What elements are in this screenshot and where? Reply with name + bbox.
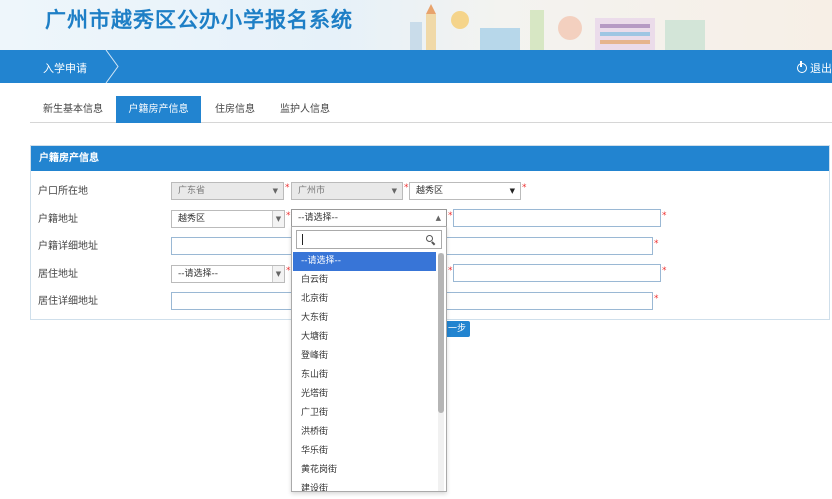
chevron-up-icon: ▲ xyxy=(435,214,441,222)
hukou-district-select[interactable]: 越秀区 ▼ xyxy=(171,210,285,228)
tab-hukou-property[interactable]: 户籍房产信息 xyxy=(116,96,201,123)
residence-district-select[interactable]: --请选择-- ▼ xyxy=(171,265,285,283)
tab-housing[interactable]: 住房信息 xyxy=(207,96,263,123)
dropdown-option[interactable]: 登峰街 xyxy=(293,347,436,366)
panel-title: 户籍房产信息 xyxy=(31,146,829,171)
required-mark: * xyxy=(286,266,291,276)
dropdown-option[interactable]: 华乐街 xyxy=(293,442,436,461)
dropdown-list: --请选择-- 白云街 北京街 大东街 大塘街 登峰街 东山街 光塔街 广卫街 洪桥街 华乐街 黄花岗… xyxy=(293,252,436,491)
label-hukou-detail: 户籍详细地址 xyxy=(38,241,98,252)
city-select[interactable]: 广州市 ▼ xyxy=(291,182,403,200)
street-dropdown: --请选择-- 白云街 北京街 大东街 大塘街 登峰街 东山街 光塔街 广卫街 洪桥街 华乐街 黄花岗… xyxy=(291,226,447,492)
required-mark: * xyxy=(654,294,659,304)
dropdown-option[interactable]: 广卫街 xyxy=(293,404,436,423)
system-title: 广州市越秀区公办小学报名系统 xyxy=(45,8,353,32)
tab-guardian[interactable]: 监护人信息 xyxy=(272,96,338,123)
power-icon xyxy=(797,61,807,73)
chevron-down-icon: ▼ xyxy=(272,266,284,282)
chevron-down-icon: ▼ xyxy=(272,187,278,195)
tab-bar: 新生基本信息 户籍房产信息 住房信息 监护人信息 xyxy=(30,96,832,123)
label-residence-address: 居住地址 xyxy=(38,269,78,280)
required-mark: * xyxy=(662,266,667,276)
dropdown-option[interactable]: 白云街 xyxy=(293,271,436,290)
dropdown-option[interactable]: --请选择-- xyxy=(293,252,436,271)
required-mark: * xyxy=(285,183,290,193)
hukou-road-input[interactable] xyxy=(453,209,661,227)
residence-road-input[interactable] xyxy=(453,264,661,282)
tab-student-info[interactable]: 新生基本信息 xyxy=(32,96,114,123)
required-mark: * xyxy=(654,239,659,249)
required-mark: * xyxy=(404,183,409,193)
dropdown-option[interactable]: 东山街 xyxy=(293,366,436,385)
logout-button[interactable]: 退出 xyxy=(797,60,832,76)
required-mark: * xyxy=(522,183,527,193)
dropdown-scrollbar[interactable] xyxy=(438,253,444,491)
district-select[interactable]: 越秀区 ▼ xyxy=(409,182,521,200)
breadcrumb-chevron-icon xyxy=(105,50,119,83)
dropdown-option[interactable]: 建设街 xyxy=(293,480,436,491)
required-mark: * xyxy=(286,211,291,221)
required-mark: * xyxy=(448,266,453,276)
text-cursor xyxy=(302,234,303,245)
required-mark: * xyxy=(662,211,667,221)
search-icon xyxy=(426,235,433,242)
nav-bar: 入学申请 退出 xyxy=(0,50,832,83)
dropdown-search-input[interactable] xyxy=(296,230,442,249)
dropdown-option[interactable]: 大塘街 xyxy=(293,328,436,347)
province-select[interactable]: 广东省 ▼ xyxy=(171,182,284,200)
hukou-street-select[interactable]: --请选择-- ▲ xyxy=(291,209,447,227)
chevron-down-icon: ▼ xyxy=(391,187,397,195)
dropdown-option[interactable]: 光塔街 xyxy=(293,385,436,404)
label-hukou-address: 户籍地址 xyxy=(38,214,78,225)
dropdown-option[interactable]: 大东街 xyxy=(293,309,436,328)
chevron-down-icon: ▼ xyxy=(272,211,284,227)
dropdown-option[interactable]: 黄花岗街 xyxy=(293,461,436,480)
page-header: 广州市越秀区公办小学报名系统 xyxy=(0,0,832,50)
required-mark: * xyxy=(448,211,453,221)
label-residence-detail: 居住详细地址 xyxy=(38,296,98,307)
chevron-down-icon: ▼ xyxy=(509,187,515,195)
scrollbar-thumb[interactable] xyxy=(438,253,444,413)
label-hukou-location: 户口所在地 xyxy=(38,186,88,197)
dropdown-option[interactable]: 洪桥街 xyxy=(293,423,436,442)
logout-label: 退出 xyxy=(810,62,832,75)
nav-item-enrollment[interactable]: 入学申请 xyxy=(43,60,87,76)
dropdown-option[interactable]: 北京街 xyxy=(293,290,436,309)
header-illustration xyxy=(410,4,705,50)
